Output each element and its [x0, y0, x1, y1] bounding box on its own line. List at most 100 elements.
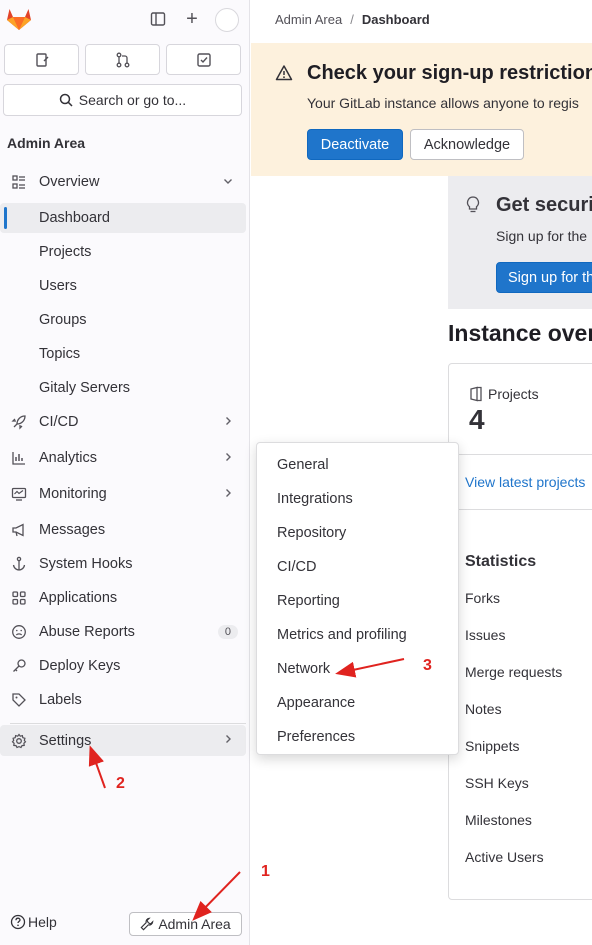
- menu-item-metrics-and-profiling[interactable]: Metrics and profiling: [277, 627, 407, 643]
- lightbulb-icon: [466, 196, 480, 213]
- issues-icon: [35, 52, 48, 67]
- issues-button[interactable]: [4, 44, 79, 75]
- sidebar-item-abuse-reports[interactable]: Abuse Reports 0: [0, 617, 246, 647]
- megaphone-icon: [10, 521, 28, 539]
- sidebar-item-analytics[interactable]: Analytics: [0, 443, 246, 473]
- rocket-icon: [10, 413, 28, 431]
- sidebar-item-cicd[interactable]: CI/CD: [0, 407, 246, 437]
- chart-icon: [10, 449, 28, 467]
- sidebar-item-label: Topics: [39, 346, 81, 362]
- sidebar-item-label: Users: [39, 278, 77, 294]
- gear-icon: [10, 732, 28, 750]
- merge-request-icon: [116, 52, 129, 67]
- sidebar-item-applications[interactable]: Applications: [0, 583, 246, 613]
- promo-text: Sign up for the: [496, 228, 588, 244]
- stat-forks: Forks: [465, 590, 500, 606]
- chevron-right-icon: [222, 415, 234, 430]
- grid-icon: [10, 589, 28, 607]
- menu-item-general[interactable]: General: [277, 457, 329, 473]
- stat-active-users: Active Users: [465, 849, 544, 865]
- sidebar-item-label: Dashboard: [39, 210, 110, 226]
- stat-ssh-keys: SSH Keys: [465, 775, 529, 791]
- abuse-icon: [10, 623, 28, 641]
- sidebar-item-overview[interactable]: Overview: [0, 167, 246, 197]
- sidebar-item-labels[interactable]: Labels: [0, 685, 246, 715]
- annotation-step-3: 3: [423, 657, 432, 674]
- sidebar-item-label: Deploy Keys: [39, 658, 121, 674]
- help-label: Help: [28, 914, 57, 930]
- breadcrumb-current[interactable]: Dashboard: [362, 12, 430, 27]
- sidebar-item-dashboard[interactable]: Dashboard: [0, 203, 246, 233]
- sign-up-button[interactable]: Sign up for th: [496, 262, 592, 293]
- sidebar-item-groups[interactable]: Groups: [0, 305, 246, 335]
- count-badge: 0: [217, 625, 238, 639]
- todos-button[interactable]: [166, 44, 241, 75]
- sidebar-item-label: Overview: [39, 174, 100, 190]
- avatar[interactable]: [215, 8, 239, 32]
- deactivate-button[interactable]: Deactivate: [307, 129, 403, 160]
- projects-label: Projects: [488, 386, 539, 402]
- stat-issues: Issues: [465, 627, 506, 643]
- overview-icon: [10, 173, 28, 191]
- search-icon: [59, 93, 73, 107]
- monitor-icon: [10, 485, 28, 503]
- stat-notes: Notes: [465, 701, 502, 717]
- menu-item-reporting[interactable]: Reporting: [277, 593, 340, 609]
- view-latest-projects-link[interactable]: View latest projects: [465, 474, 585, 490]
- sidebar-item-topics[interactable]: Topics: [0, 339, 246, 369]
- sidebar-item-label: Labels: [39, 692, 82, 708]
- wrench-icon: [140, 917, 154, 931]
- search-input[interactable]: Search or go to...: [3, 84, 242, 116]
- chevron-right-icon: [222, 487, 234, 502]
- signup-restriction-alert: Check your sign-up restriction Your GitL…: [251, 43, 592, 176]
- alert-title: Check your sign-up restriction: [307, 62, 592, 84]
- sidebar-item-messages[interactable]: Messages: [0, 515, 246, 545]
- admin-area-button[interactable]: Admin Area: [129, 912, 242, 936]
- sidebar-item-deploy-keys[interactable]: Deploy Keys: [0, 651, 246, 681]
- admin-area-label: Admin Area: [158, 916, 231, 932]
- sidebar-item-projects[interactable]: Projects: [0, 237, 246, 267]
- sidebar-topbar: +: [0, 0, 250, 40]
- label-icon: [10, 691, 28, 709]
- warning-icon: [275, 65, 293, 81]
- menu-item-network[interactable]: Network: [277, 661, 330, 677]
- menu-item-appearance[interactable]: Appearance: [277, 695, 355, 711]
- sidebar-item-label: Gitaly Servers: [39, 380, 131, 396]
- stat-milestones: Milestones: [465, 812, 532, 828]
- sidebar-item-users[interactable]: Users: [0, 271, 246, 301]
- card-divider: [449, 454, 592, 455]
- statistics-title: Statistics: [465, 553, 537, 570]
- help-icon: [10, 914, 26, 930]
- merge-requests-button[interactable]: [85, 44, 160, 75]
- sidebar-item-label: Analytics: [39, 450, 98, 466]
- help-button[interactable]: Help: [10, 914, 57, 930]
- sidebar-item-settings[interactable]: Settings: [0, 725, 246, 756]
- alert-text: Your GitLab instance allows anyone to re…: [307, 95, 579, 111]
- sidebar-item-label: System Hooks: [39, 556, 133, 572]
- menu-item-integrations[interactable]: Integrations: [277, 491, 353, 507]
- anchor-icon: [10, 555, 28, 573]
- projects-stat-label: Projects: [469, 386, 539, 402]
- sidebar-item-system-hooks[interactable]: System Hooks: [0, 549, 246, 579]
- sidebar-item-label: Messages: [39, 522, 106, 538]
- plus-icon[interactable]: +: [182, 8, 202, 30]
- search-placeholder: Search or go to...: [78, 92, 187, 108]
- breadcrumb-parent[interactable]: Admin Area: [275, 12, 342, 27]
- promo-title: Get securi: [496, 194, 592, 216]
- settings-flyout-menu: General Integrations Repository CI/CD Re…: [256, 442, 459, 755]
- stat-snippets: Snippets: [465, 738, 520, 754]
- menu-item-cicd[interactable]: CI/CD: [277, 559, 316, 575]
- projects-count: 4: [469, 404, 485, 435]
- annotation-step-2: 2: [116, 775, 125, 792]
- todo-icon: [196, 52, 211, 67]
- sidebar-item-gitaly-servers[interactable]: Gitaly Servers: [0, 373, 246, 403]
- sidebar-item-monitoring[interactable]: Monitoring: [0, 479, 246, 509]
- stat-merge-requests: Merge requests: [465, 664, 563, 680]
- annotation-step-1: 1: [261, 863, 270, 880]
- acknowledge-button[interactable]: Acknowledge: [410, 129, 524, 160]
- menu-item-preferences[interactable]: Preferences: [277, 729, 355, 745]
- sidebar-toggle-icon[interactable]: [148, 9, 168, 29]
- menu-item-repository[interactable]: Repository: [277, 525, 346, 541]
- breadcrumb: Admin Area / Dashboard: [275, 12, 430, 27]
- gitlab-logo-icon[interactable]: [6, 7, 32, 31]
